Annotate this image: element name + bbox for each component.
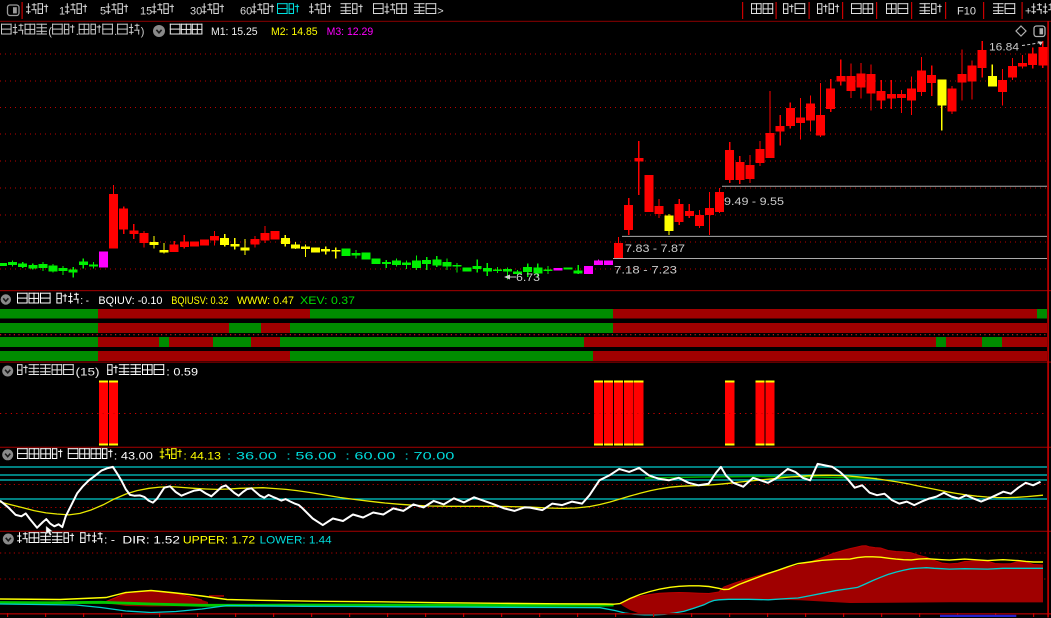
svg-text:M3: 12.29: M3: 12.29 <box>327 26 374 38</box>
svg-text:(: ( <box>48 26 52 38</box>
svg-text:15: 15 <box>140 6 152 18</box>
svg-text:1: 1 <box>59 6 65 18</box>
svg-text:: 60.00: : 60.00 <box>345 451 395 463</box>
svg-text:: 70.00: : 70.00 <box>404 451 454 463</box>
svg-text:M1: 15.25: M1: 15.25 <box>211 26 258 38</box>
svg-text:60: 60 <box>240 6 252 18</box>
svg-text:: 56.00: : 56.00 <box>286 451 336 463</box>
svg-text:7.18 - 7.23: 7.18 - 7.23 <box>614 265 677 277</box>
svg-text:: 0.59: : 0.59 <box>166 367 198 379</box>
svg-text:LOWER: 1.44: LOWER: 1.44 <box>260 535 332 547</box>
svg-text:6.73: 6.73 <box>516 272 540 284</box>
svg-text:(15): (15) <box>76 367 100 379</box>
svg-text:: 36.00: : 36.00 <box>227 451 277 463</box>
svg-text:WWW: 0.47: WWW: 0.47 <box>237 295 294 307</box>
svg-text:30: 30 <box>190 6 202 18</box>
svg-text:16.84: 16.84 <box>989 42 1019 54</box>
svg-text:: -: : - <box>104 535 115 547</box>
svg-text:UPPER: 1.72: UPPER: 1.72 <box>183 535 255 547</box>
svg-text:F10: F10 <box>957 6 976 18</box>
svg-text:>: > <box>437 6 443 18</box>
svg-text:5: 5 <box>100 6 106 18</box>
svg-text:: 43.00: : 43.00 <box>114 451 153 463</box>
svg-text:): ) <box>141 26 145 38</box>
svg-text:BQIUV: -0.10: BQIUV: -0.10 <box>98 295 162 307</box>
svg-text:7.83 - 7.87: 7.83 - 7.87 <box>625 243 685 255</box>
svg-text:: 44.13: : 44.13 <box>183 451 221 463</box>
svg-text:: -: : - <box>80 295 89 307</box>
svg-text:BQIUSV: 0.32: BQIUSV: 0.32 <box>171 295 228 307</box>
svg-text:XEV: 0.37: XEV: 0.37 <box>300 295 355 307</box>
svg-text:DIR: 1.52: DIR: 1.52 <box>122 535 179 547</box>
svg-text:.: . <box>114 26 117 38</box>
svg-text:.: . <box>76 26 79 38</box>
svg-text:9.49 - 9.55: 9.49 - 9.55 <box>724 196 784 208</box>
svg-text:+: + <box>1025 6 1031 18</box>
svg-text:M2: 14.85: M2: 14.85 <box>271 26 318 38</box>
